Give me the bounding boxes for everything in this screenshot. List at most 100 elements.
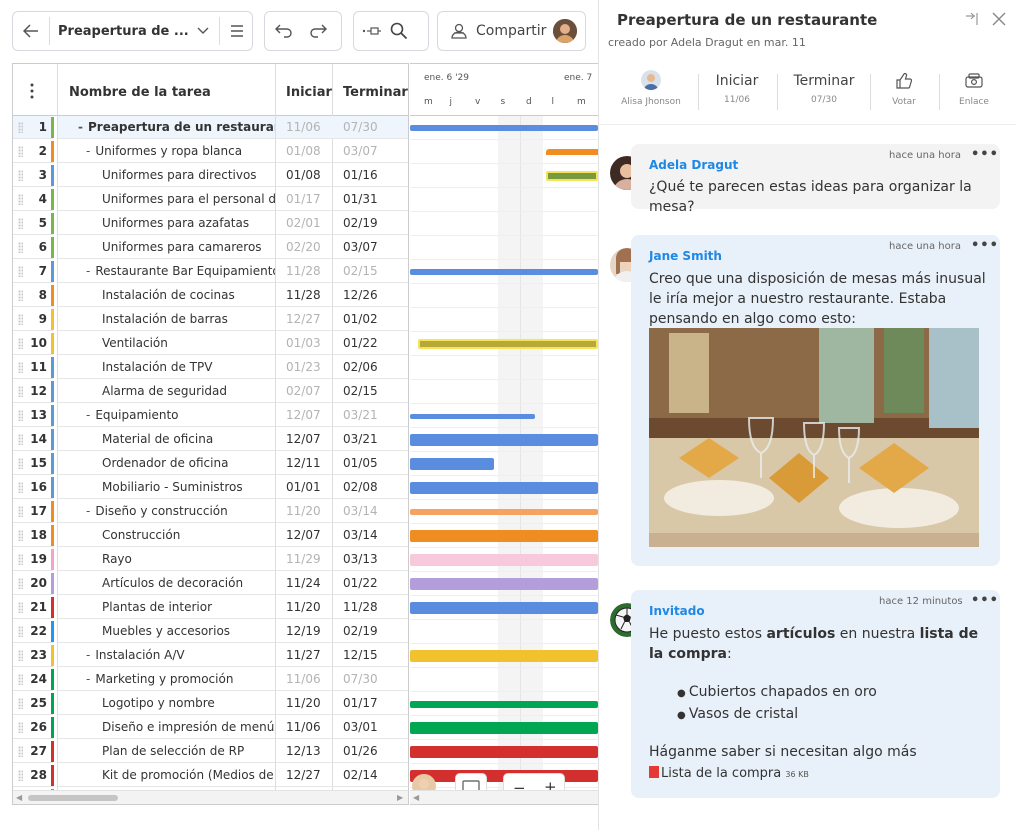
task-end[interactable]: 01/26 <box>333 740 408 763</box>
task-start[interactable]: 11/06 <box>276 116 333 139</box>
task-start[interactable]: 02/20 <box>276 236 333 259</box>
task-name[interactable]: Material de oficina <box>58 428 275 451</box>
gantt-bar[interactable] <box>418 339 598 349</box>
task-name[interactable]: Rayo <box>58 548 275 571</box>
table-row[interactable]: 3 Uniformes para directivos 01/08 01/16 <box>13 164 408 188</box>
drag-handle-icon[interactable] <box>18 602 23 613</box>
drag-handle-icon[interactable] <box>18 386 23 397</box>
gantt-bar[interactable] <box>410 578 598 590</box>
task-name[interactable]: Uniformes para azafatas <box>58 212 275 235</box>
task-name[interactable]: Kit de promoción (Medios de <box>58 764 275 787</box>
task-start[interactable]: 02/01 <box>276 212 333 235</box>
task-name[interactable]: - Instalación A/V <box>58 644 275 667</box>
column-header-start[interactable]: Iniciar <box>286 64 336 116</box>
back-arrow-icon[interactable] <box>23 24 43 38</box>
menu-icon[interactable] <box>230 25 244 37</box>
task-name[interactable]: Muebles y accesorios <box>58 620 275 643</box>
table-row[interactable]: 17- Diseño y construcción 11/20 03/14 <box>13 500 408 524</box>
table-row[interactable]: 10 Ventilación 01/03 01/22 <box>13 332 408 356</box>
table-row[interactable]: 8 Instalación de cocinas 11/28 12/26 <box>13 284 408 308</box>
gantt-bar[interactable] <box>410 722 598 734</box>
task-end[interactable]: 02/14 <box>333 764 408 787</box>
gantt-bar[interactable] <box>410 700 598 708</box>
task-name[interactable]: Uniformes para el personal de <box>58 188 275 211</box>
collapse-toggle-icon[interactable]: - <box>78 120 83 134</box>
table-row[interactable]: 23- Instalación A/V 11/27 12/15 <box>13 644 408 668</box>
task-end[interactable]: 03/01 <box>333 716 408 739</box>
task-start[interactable]: 12/07 <box>276 428 333 451</box>
drag-handle-icon[interactable] <box>18 194 23 205</box>
project-title-dropdown[interactable]: Preapertura de ... <box>58 24 189 39</box>
gantt-bar[interactable] <box>546 149 598 155</box>
drag-handle-icon[interactable] <box>18 746 23 757</box>
gantt-bar[interactable] <box>546 171 598 181</box>
task-end[interactable]: 01/17 <box>333 692 408 715</box>
task-start[interactable]: 12/11 <box>276 452 333 475</box>
table-row[interactable]: 27 Plan de selección de RP 12/13 01/26 <box>13 740 408 764</box>
task-end[interactable]: 01/22 <box>333 332 408 355</box>
collapse-panel-icon[interactable] <box>965 12 981 29</box>
gantt-bar[interactable] <box>410 269 598 275</box>
task-start[interactable]: 11/28 <box>276 260 333 283</box>
collapse-toggle-icon[interactable]: - <box>86 672 90 686</box>
close-icon[interactable] <box>992 12 1006 29</box>
drag-handle-icon[interactable] <box>18 314 23 325</box>
table-row[interactable]: 25 Logotipo y nombre 11/20 01/17 <box>13 692 408 716</box>
task-start[interactable]: 12/13 <box>276 740 333 763</box>
gantt-bar[interactable] <box>410 746 598 758</box>
column-menu-icon[interactable] <box>30 83 34 102</box>
collapse-toggle-icon[interactable]: - <box>86 648 90 662</box>
task-end[interactable]: 03/21 <box>333 404 408 427</box>
task-start[interactable]: 12/27 <box>276 764 333 787</box>
table-row[interactable]: 24- Marketing y promoción 11/06 07/30 <box>13 668 408 692</box>
baseline-icon[interactable] <box>362 25 382 37</box>
gantt-bar[interactable] <box>410 413 535 419</box>
drag-handle-icon[interactable] <box>18 242 23 253</box>
table-row[interactable]: 4 Uniformes para el personal de 01/17 01/31 <box>13 188 408 212</box>
task-start[interactable]: 11/20 <box>276 596 333 619</box>
task-start[interactable]: 01/01 <box>276 476 333 499</box>
drag-handle-icon[interactable] <box>18 122 23 133</box>
task-end[interactable]: 03/13 <box>333 548 408 571</box>
horizontal-scrollbar[interactable]: ◀ ▶ <box>13 790 408 804</box>
gantt-bar[interactable] <box>410 434 598 446</box>
task-end[interactable]: 03/07 <box>333 140 408 163</box>
task-name[interactable]: Alarma de seguridad <box>58 380 275 403</box>
table-row[interactable]: 20 Artículos de decoración 11/24 01/22 <box>13 572 408 596</box>
task-start[interactable]: 12/07 <box>276 404 333 427</box>
table-row[interactable]: 28 Kit de promoción (Medios de 12/27 02/14 <box>13 764 408 788</box>
table-row[interactable]: 13- Equipamiento 12/07 03/21 <box>13 404 408 428</box>
drag-handle-icon[interactable] <box>18 146 23 157</box>
drag-handle-icon[interactable] <box>18 674 23 685</box>
gantt-bar[interactable] <box>410 650 598 662</box>
drag-handle-icon[interactable] <box>18 554 23 565</box>
task-end[interactable]: 12/15 <box>333 644 408 667</box>
task-name[interactable]: - Marketing y promoción <box>58 668 275 691</box>
chevron-down-icon[interactable] <box>197 27 209 35</box>
comment-more-icon[interactable]: ••• <box>971 238 999 253</box>
collapse-toggle-icon[interactable]: - <box>86 504 90 518</box>
drag-handle-icon[interactable] <box>18 338 23 349</box>
task-end[interactable]: 02/15 <box>333 380 408 403</box>
gantt-bar[interactable] <box>410 509 598 515</box>
task-name[interactable]: - Restaurante Bar Equipamiento <box>58 260 275 283</box>
table-row[interactable]: 2- Uniformes y ropa blanca 01/08 03/07 <box>13 140 408 164</box>
task-start[interactable]: 02/07 <box>276 380 333 403</box>
task-name[interactable]: Diseño e impresión de menús <box>58 716 275 739</box>
task-name[interactable]: Uniformes para camareros <box>58 236 275 259</box>
task-end[interactable]: 03/21 <box>333 428 408 451</box>
task-start[interactable]: 01/23 <box>276 356 333 379</box>
user-avatar[interactable] <box>553 19 577 43</box>
drag-handle-icon[interactable] <box>18 170 23 181</box>
task-end[interactable]: 01/02 <box>333 308 408 331</box>
share-button[interactable]: Compartir <box>437 11 586 51</box>
scroll-left-arrow-icon[interactable]: ◀ <box>16 793 22 802</box>
redo-icon[interactable] <box>309 24 327 38</box>
task-name[interactable]: Instalación de cocinas <box>58 284 275 307</box>
drag-handle-icon[interactable] <box>18 650 23 661</box>
column-header-end[interactable]: Terminar <box>343 64 408 116</box>
task-start[interactable]: 01/03 <box>276 332 333 355</box>
task-start[interactable]: 01/08 <box>276 140 333 163</box>
task-name[interactable]: Logotipo y nombre <box>58 692 275 715</box>
table-row[interactable]: 12 Alarma de seguridad 02/07 02/15 <box>13 380 408 404</box>
